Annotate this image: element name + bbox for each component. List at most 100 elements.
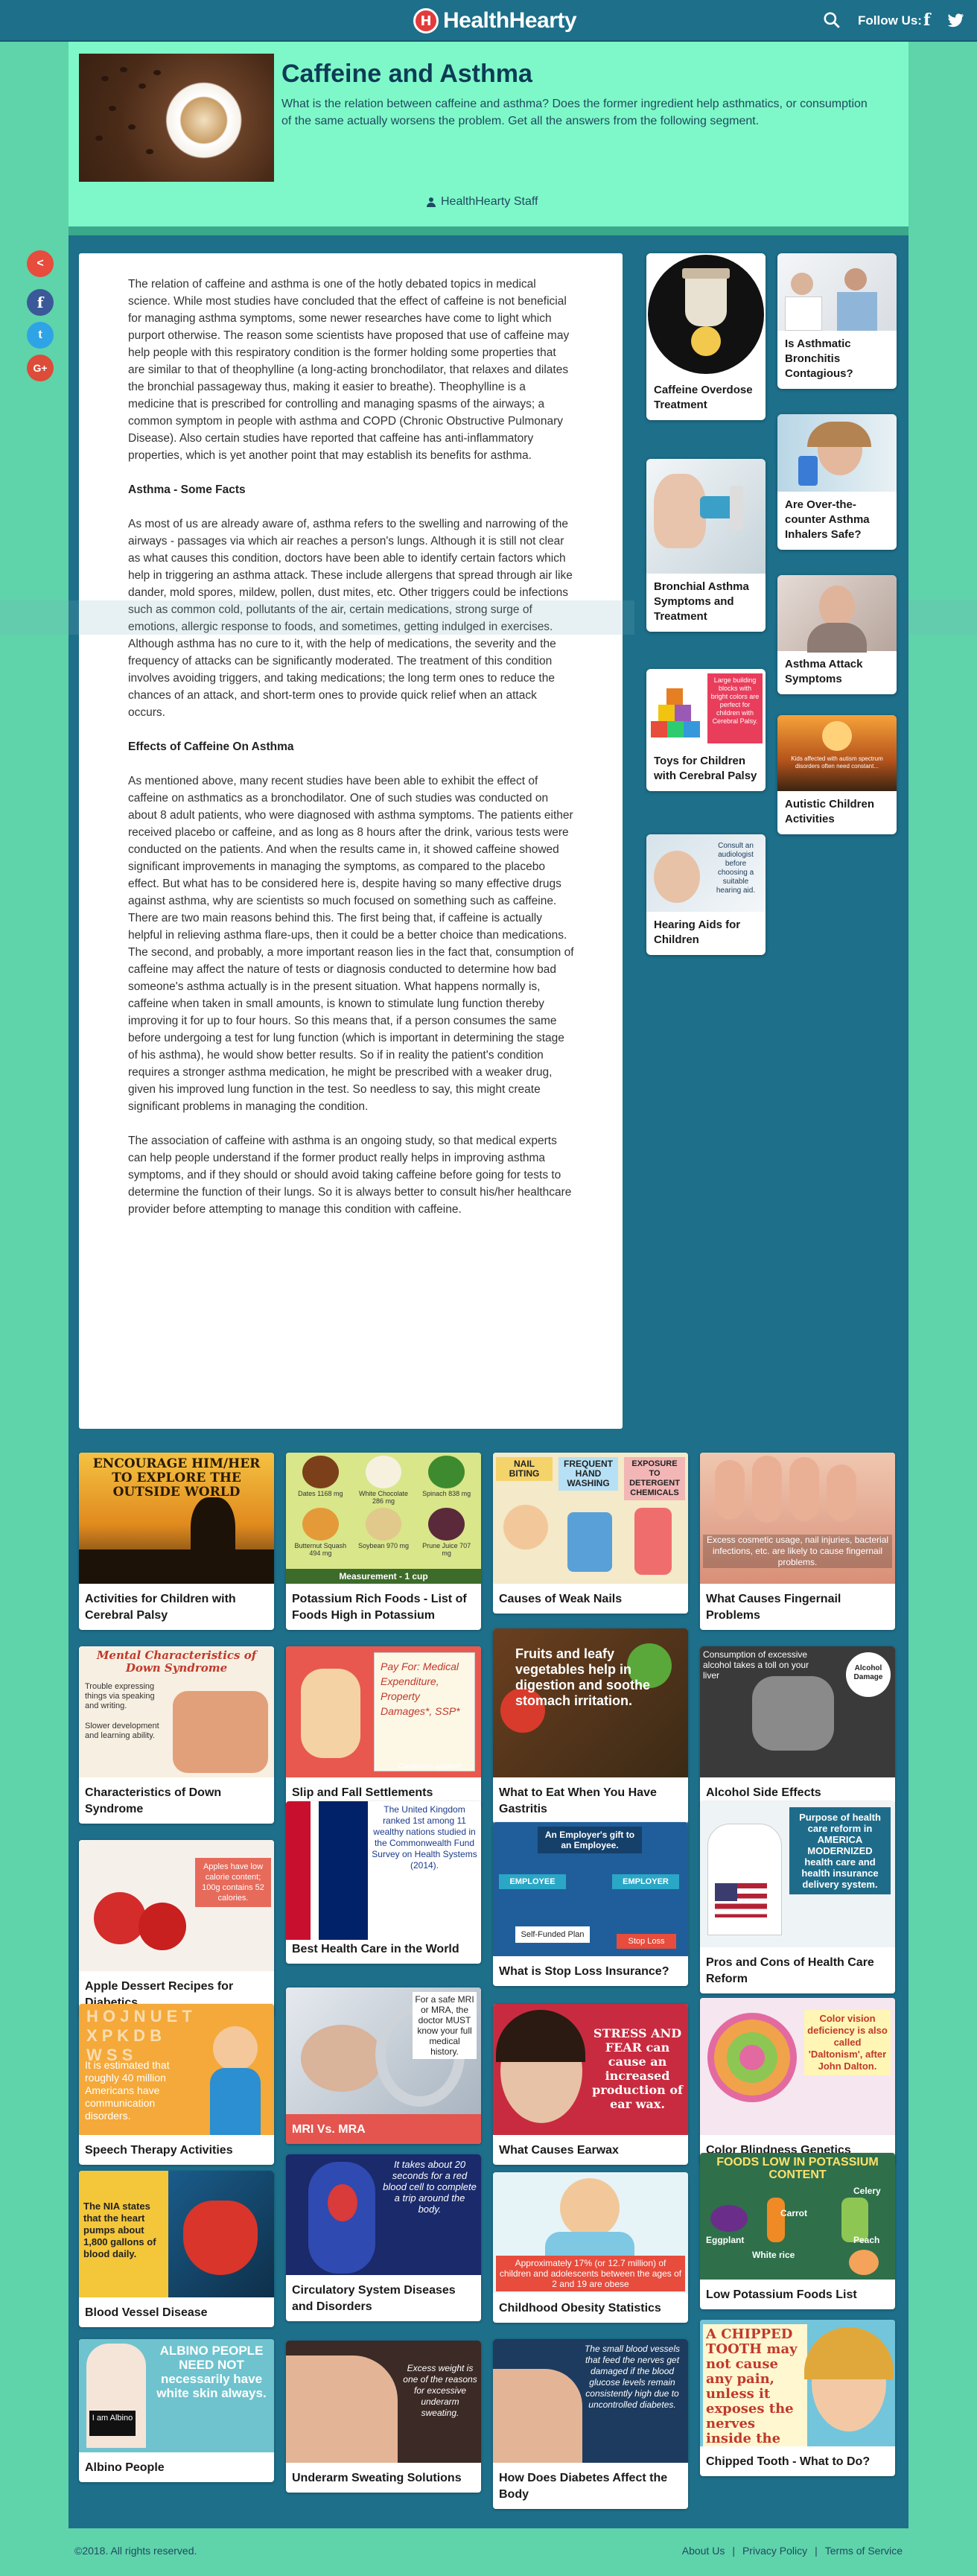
search-icon[interactable] <box>822 10 841 30</box>
grid-card-label: NAIL BITING <box>496 1457 553 1481</box>
grid-card[interactable]: Fruits and leafy vegetables help in dige… <box>493 1628 688 1824</box>
grid-card-title: Chipped Tooth - What to Do? <box>706 2455 871 2468</box>
grid-card-image: Apples have low calorie content; 100g co… <box>79 1840 274 1971</box>
grid-card-image: It takes about 20 seconds for a red bloo… <box>286 2154 481 2275</box>
sidebar-card-image <box>646 459 766 574</box>
grid-card-caption: ALBINO PEOPLE NEED NOT necessarily have … <box>156 2344 267 2400</box>
food-label: Spinach 838 mg <box>422 1490 471 1497</box>
google-plus-icon[interactable]: G+ <box>27 355 54 381</box>
grid-card[interactable]: Consumption of excessive alcohol takes a… <box>700 1646 895 1807</box>
logo-heart-icon: H <box>413 8 439 34</box>
site-logo[interactable]: H HealthHearty <box>413 6 577 36</box>
sidebar-card-title: Caffeine Overdose Treatment <box>654 384 753 411</box>
grid-card[interactable]: I am Albino ALBINO PEOPLE NEED NOT neces… <box>79 2339 274 2482</box>
sidebar-card[interactable]: Consult an audiologist before choosing a… <box>646 834 766 955</box>
facebook-icon[interactable]: f <box>923 10 930 30</box>
food-label: Prune Juice 707 mg <box>422 1542 471 1557</box>
grid-card[interactable]: For a safe MRI or MRA, the doctor MUST k… <box>286 1987 481 2144</box>
hero-coffee-image <box>79 54 274 182</box>
twitter-share-icon[interactable]: t <box>27 322 54 349</box>
sidebar-card[interactable]: Are Over-the-counter Asthma Inhalers Saf… <box>777 414 897 550</box>
grid-card-caption: It takes about 20 seconds for a red bloo… <box>383 2159 477 2215</box>
grid-card-title: Childhood Obesity Statistics <box>499 2302 661 2315</box>
grid-card[interactable]: The United Kingdom ranked 1st among 11 w… <box>286 1801 481 1964</box>
grid-card-caption: Pay For: Medical Expenditure, Property D… <box>374 1652 475 1771</box>
food-label: Celery <box>853 2186 881 2196</box>
sidebar-card-title: Bronchial Asthma Symptoms and Treatment <box>654 580 749 623</box>
grid-card[interactable]: Purpose of health care reform in AMERICA… <box>700 1801 895 1993</box>
sidebar-card-title: Asthma Attack Symptoms <box>785 658 863 685</box>
grid-card-caption: FOODS LOW IN POTASSIUM CONTENT <box>716 2156 879 2181</box>
footer-link-privacy[interactable]: Privacy Policy <box>742 2545 807 2557</box>
grid-card-title: Low Potassium Foods List <box>706 2288 857 2301</box>
footer-link-terms[interactable]: Terms of Service <box>825 2545 903 2557</box>
grid-card[interactable]: Approximately 17% (or 12.7 million) of c… <box>493 2172 688 2323</box>
sidebar-card[interactable]: Is Asthmatic Bronchitis Contagious? <box>777 253 897 389</box>
grid-card-image: The small blood vessels that feed the ne… <box>493 2339 688 2463</box>
grid-card[interactable]: Excess weight is one of the reasons for … <box>286 2341 481 2493</box>
grid-card[interactable]: NAIL BITING FREQUENT HAND WASHING EXPOSU… <box>493 1453 688 1614</box>
sidebar-card-caption: Consult an audiologist before choosing a… <box>716 842 756 895</box>
grid-card-caption: The small blood vessels that feed the ne… <box>584 2344 681 2410</box>
sidebar-card-title: Toys for Children with Cerebral Palsy <box>654 755 757 782</box>
sidebar-card-title: Are Over-the-counter Asthma Inhalers Saf… <box>785 498 870 541</box>
grid-card-footer: Measurement - 1 cup <box>286 1569 481 1584</box>
footer-links: About Us | Privacy Policy | Terms of Ser… <box>682 2545 903 2557</box>
twitter-icon[interactable] <box>946 10 965 30</box>
sidebar-card[interactable]: Large building blocks with bright colors… <box>646 669 766 791</box>
grid-card[interactable]: Pay For: Medical Expenditure, Property D… <box>286 1646 481 1807</box>
grid-card-footer: Conditions applied* <box>398 1763 462 1771</box>
footer-separator: | <box>815 2545 818 2557</box>
sidebar-card-image <box>777 575 897 653</box>
grid-card-caption: Fruits and leafy vegetables help in dige… <box>515 1646 651 1708</box>
sidebar-card[interactable]: Bronchial Asthma Symptoms and Treatment <box>646 459 766 632</box>
grid-card-image: Dates 1168 mg White Chocolate 286 mg Spi… <box>286 1453 481 1584</box>
article-paragraph: The relation of caffeine and asthma is o… <box>128 278 570 462</box>
grid-card[interactable]: FOODS LOW IN POTASSIUM CONTENT Eggplant … <box>700 2153 895 2309</box>
grid-card-label: EMPLOYEE <box>499 1874 566 1889</box>
sidebar-card[interactable]: Kids affected with autism spectrum disor… <box>777 715 897 834</box>
grid-card[interactable]: Color vision deficiency is also called '… <box>700 1998 895 2165</box>
grid-card-title: What to Eat When You Have Gastritis <box>499 1786 657 1815</box>
facebook-share-icon[interactable]: f <box>27 289 54 316</box>
grid-card-caption: STRESS AND FEAR can cause an increased p… <box>592 2026 683 2111</box>
article-heading: Effects of Caffeine On Asthma <box>128 740 294 753</box>
grid-card[interactable]: STRESS AND FEAR can cause an increased p… <box>493 2004 688 2165</box>
grid-card-image: FOODS LOW IN POTASSIUM CONTENT Eggplant … <box>700 2153 895 2280</box>
grid-card[interactable]: H O J N U E TX P K D BW S S It is estima… <box>79 2004 274 2165</box>
site-footer: ©2018. All rights reserved. About Us | P… <box>0 2528 977 2576</box>
grid-card[interactable]: ENCOURAGE HIM/HER TO EXPLORE THE OUTSIDE… <box>79 1453 274 1630</box>
user-icon <box>427 197 436 207</box>
grid-card-title: Activities for Children with Cerebral Pa… <box>85 1593 236 1622</box>
grid-card-image: For a safe MRI or MRA, the doctor MUST k… <box>286 1987 481 2114</box>
sidebar-card[interactable]: Caffeine Overdose Treatment <box>646 253 766 420</box>
grid-card-title: Causes of Weak Nails <box>499 1593 623 1605</box>
grid-card[interactable]: Dates 1168 mg White Chocolate 286 mg Spi… <box>286 1453 481 1630</box>
grid-card[interactable]: A CHIPPED TOOTH may not cause any pain, … <box>700 2320 895 2476</box>
footer-link-about[interactable]: About Us <box>682 2545 725 2557</box>
grid-card[interactable]: It takes about 20 seconds for a red bloo… <box>286 2154 481 2321</box>
copyright-text: ©2018. All rights reserved. <box>74 2545 197 2557</box>
grid-card-title: What Causes Fingernail Problems <box>706 1593 841 1622</box>
article-body: The relation of caffeine and asthma is o… <box>128 276 575 1235</box>
grid-card[interactable]: The NIA states that the heart pumps abou… <box>79 2171 274 2327</box>
grid-card[interactable]: The small blood vessels that feed the ne… <box>493 2339 688 2509</box>
grid-card[interactable]: An Employer's gift to an Employee. EMPLO… <box>493 1822 688 1986</box>
sidebar-card[interactable]: Asthma Attack Symptoms <box>777 575 897 694</box>
grid-card[interactable]: Apples have low calorie content; 100g co… <box>79 1840 274 2017</box>
author-byline[interactable]: HealthHearty Staff <box>426 195 538 209</box>
grid-card-list-item: Slower development and learning ability. <box>85 1722 159 1740</box>
food-label: White rice <box>752 2250 795 2260</box>
grid-card-list-item: Trouble expressing things via speaking a… <box>85 1682 155 1710</box>
grid-card[interactable]: Excess cosmetic usage, nail injuries, ba… <box>700 1453 895 1630</box>
grid-card[interactable]: Mental Characteristics of Down Syndrome … <box>79 1646 274 1824</box>
grid-card-label: Stop Loss <box>617 1934 676 1949</box>
share-icon[interactable]: < <box>27 250 54 277</box>
grid-card-label: EMPLOYER <box>612 1874 679 1889</box>
grid-card-image: A CHIPPED TOOTH may not cause any pain, … <box>700 2320 895 2446</box>
grid-card-image: Fruits and leafy vegetables help in dige… <box>493 1628 688 1777</box>
sidebar-card-title: Hearing Aids for Children <box>654 919 741 946</box>
follow-us-label: Follow Us: <box>858 13 922 28</box>
food-label: Butternut Squash 494 mg <box>294 1542 347 1557</box>
grid-card-title: Best Health Care in the World <box>292 1943 459 1955</box>
